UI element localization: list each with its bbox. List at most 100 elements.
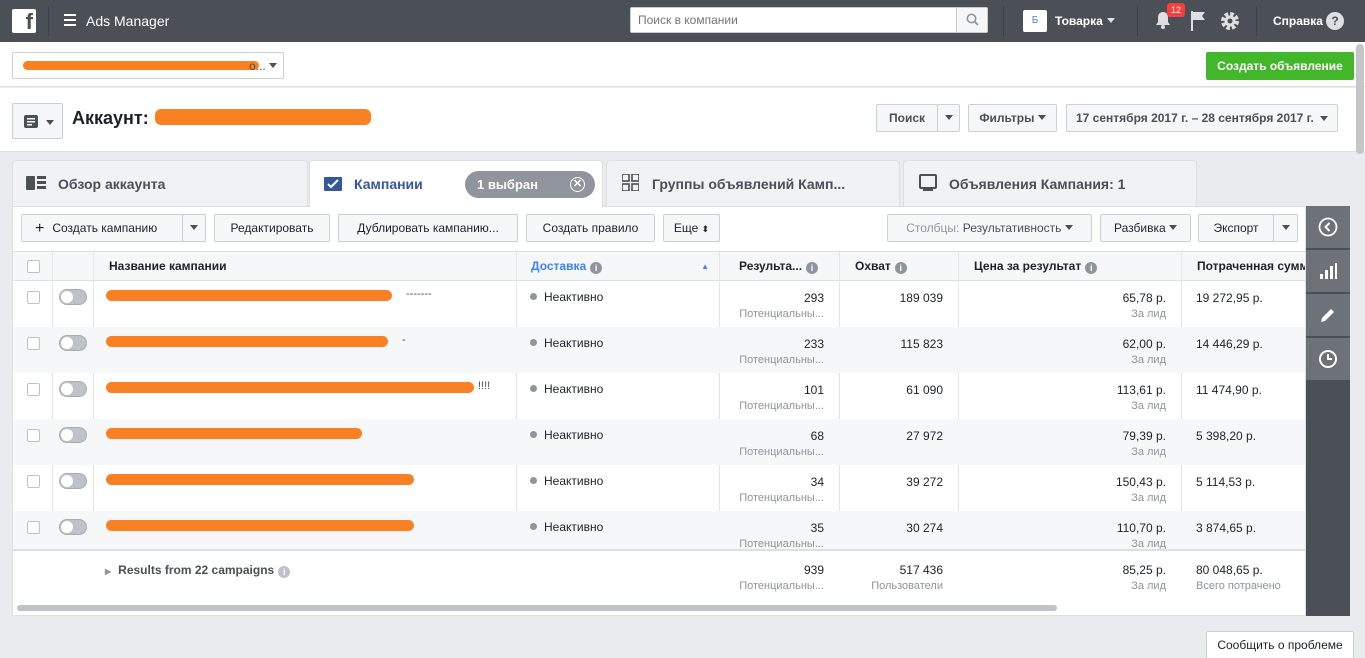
- amount-spent-value: 14 446,29 р.: [1196, 337, 1263, 351]
- business-bar: o... Создать объявление: [0, 42, 1365, 87]
- table-row[interactable]: - Неактивно 233 Потенциальны... 115 823 62,00…: [13, 327, 1305, 373]
- redacted-campaign-name[interactable]: [106, 336, 388, 347]
- table-row[interactable]: Неактивно 34 Потенциальны... 39 272 150,43 р…: [13, 465, 1305, 511]
- row-checkbox[interactable]: [27, 383, 40, 396]
- row-checkbox[interactable]: [27, 291, 40, 304]
- info-icon[interactable]: i: [278, 566, 291, 578]
- flag-icon[interactable]: [1189, 10, 1207, 32]
- date-range-picker[interactable]: 17 сентября 2017 г. – 28 сентября 2017 г…: [1066, 104, 1338, 132]
- amount-spent-value: 19 272,95 р.: [1196, 291, 1263, 305]
- column-header-results[interactable]: Результа... i: [719, 252, 839, 281]
- row-checkbox[interactable]: [27, 429, 40, 442]
- cost-per-result-type: За лид: [1131, 492, 1166, 504]
- export-button[interactable]: Экспорт: [1198, 214, 1274, 242]
- cost-per-result-value: 65,78 р.: [1122, 291, 1166, 305]
- create-campaign-dropdown[interactable]: [182, 214, 206, 242]
- campaign-search[interactable]: [630, 7, 988, 33]
- reach-value: 115 823: [900, 337, 944, 351]
- status-dot-icon: [530, 293, 537, 300]
- campaign-toggle[interactable]: [59, 519, 87, 535]
- business-account-select[interactable]: o...: [12, 52, 284, 79]
- create-ad-button[interactable]: Создать объявление: [1206, 52, 1354, 80]
- info-icon[interactable]: i: [806, 262, 819, 274]
- results-value: 293: [803, 291, 824, 305]
- breakdown-select[interactable]: Разбивка: [1100, 214, 1191, 242]
- account-switcher[interactable]: Товарка: [1055, 14, 1115, 28]
- totals-expander[interactable]: ▶ Results from 22 campaigns i: [105, 563, 291, 578]
- divider: [1137, 6, 1138, 36]
- columns-select[interactable]: Столбцы: Результативность: [887, 214, 1092, 242]
- export-dropdown[interactable]: [1273, 214, 1298, 242]
- search-button[interactable]: Поиск: [876, 104, 938, 132]
- redacted-campaign-name[interactable]: [106, 428, 362, 439]
- campaigns-table-area: + Создать кампанию Редактировать Дублиров…: [12, 206, 1306, 616]
- redacted-campaign-name[interactable]: [106, 382, 474, 393]
- vertical-scrollbar[interactable]: [1356, 44, 1364, 154]
- clear-selection-icon[interactable]: ✕: [570, 177, 585, 192]
- column-header-amount-spent[interactable]: Потраченная сумм: [1181, 252, 1305, 281]
- table-row[interactable]: ------- Неактивно 293 Потенциальны... 189 03…: [13, 281, 1305, 327]
- duplicate-campaign-button[interactable]: Дублировать кампанию...: [338, 214, 518, 242]
- help-icon[interactable]: ?: [1326, 12, 1344, 30]
- cost-per-result-value: 79,39 р.: [1122, 429, 1166, 443]
- column-header-cost-per-result[interactable]: Цена за результат i: [958, 252, 1181, 281]
- create-campaign-button[interactable]: + Создать кампанию: [21, 214, 183, 242]
- column-header-name[interactable]: Название кампании: [93, 252, 516, 281]
- info-icon[interactable]: i: [1085, 262, 1098, 274]
- table-row[interactable]: !!!! Неактивно 101 Потенциальны... 61 090 113…: [13, 373, 1305, 419]
- campaign-toggle[interactable]: [59, 381, 87, 397]
- create-rule-button[interactable]: Создать правило: [526, 214, 655, 242]
- status-dot-icon: [530, 431, 537, 438]
- campaign-toggle[interactable]: [59, 335, 87, 351]
- overview-icon: [26, 176, 46, 190]
- tab-account-overview[interactable]: Обзор аккаунта: [12, 160, 308, 206]
- chevron-down-icon: [46, 120, 54, 125]
- tab-ads[interactable]: Объявления Кампания: 1: [903, 160, 1197, 206]
- tab-campaigns[interactable]: Кампании 1 выбран ✕: [309, 160, 603, 207]
- cost-per-result-value: 110,70 р.: [1116, 521, 1166, 535]
- status-dot-icon: [530, 523, 537, 530]
- campaign-toggle[interactable]: [59, 473, 87, 489]
- divider: [48, 6, 49, 36]
- chevron-down-icon: [1037, 115, 1046, 120]
- delivery-status: Неактивно: [530, 474, 603, 488]
- row-checkbox[interactable]: [27, 475, 40, 488]
- collapse-panel-button[interactable]: [1306, 206, 1350, 249]
- more-button[interactable]: Еще ⬍: [663, 214, 720, 242]
- info-icon[interactable]: i: [894, 262, 907, 274]
- cost-per-result-type: За лид: [1131, 354, 1166, 366]
- insights-button[interactable]: [1306, 250, 1350, 293]
- redacted-campaign-name[interactable]: [106, 474, 414, 485]
- edit-button[interactable]: Редактировать: [214, 214, 330, 242]
- campaign-toggle[interactable]: [59, 289, 87, 305]
- account-avatar[interactable]: Б: [1023, 10, 1047, 32]
- report-problem-button[interactable]: Сообщить о проблеме: [1206, 631, 1354, 658]
- account-menu-button[interactable]: [12, 103, 63, 139]
- column-header-reach[interactable]: Охват i: [839, 252, 958, 281]
- account-header: Аккаунт: Поиск Фильтры 17 сентября 2017 …: [0, 88, 1365, 152]
- facebook-logo-icon[interactable]: f: [12, 9, 36, 34]
- help-link[interactable]: Справка: [1273, 14, 1323, 28]
- selected-count-chip[interactable]: 1 выбран ✕: [465, 171, 595, 198]
- horizontal-scrollbar[interactable]: [17, 605, 1057, 611]
- select-all-checkbox[interactable]: [27, 260, 40, 273]
- table-row[interactable]: Неактивно 68 Потенциальны... 27 972 79,39 р.…: [13, 419, 1305, 465]
- row-checkbox[interactable]: [27, 337, 40, 350]
- search-input[interactable]: [631, 8, 951, 32]
- tab-ad-sets[interactable]: Группы объявлений Камп...: [606, 160, 900, 206]
- history-button[interactable]: [1306, 338, 1350, 381]
- column-header-delivery[interactable]: Доставка i ▲: [516, 252, 719, 281]
- info-icon[interactable]: i: [590, 262, 603, 274]
- redacted-campaign-name[interactable]: [106, 520, 414, 531]
- row-checkbox[interactable]: [27, 521, 40, 534]
- search-dropdown-button[interactable]: [937, 104, 960, 132]
- menu-icon[interactable]: [64, 14, 76, 26]
- search-button[interactable]: [956, 8, 987, 32]
- campaign-toggle[interactable]: [59, 427, 87, 443]
- filters-button[interactable]: Фильтры: [968, 104, 1057, 132]
- redacted-campaign-name[interactable]: [106, 290, 392, 301]
- bar-chart-icon: [1320, 263, 1337, 279]
- edit-panel-button[interactable]: [1306, 294, 1350, 337]
- gear-icon[interactable]: [1218, 9, 1242, 33]
- results-type: Потенциальны...: [739, 446, 824, 458]
